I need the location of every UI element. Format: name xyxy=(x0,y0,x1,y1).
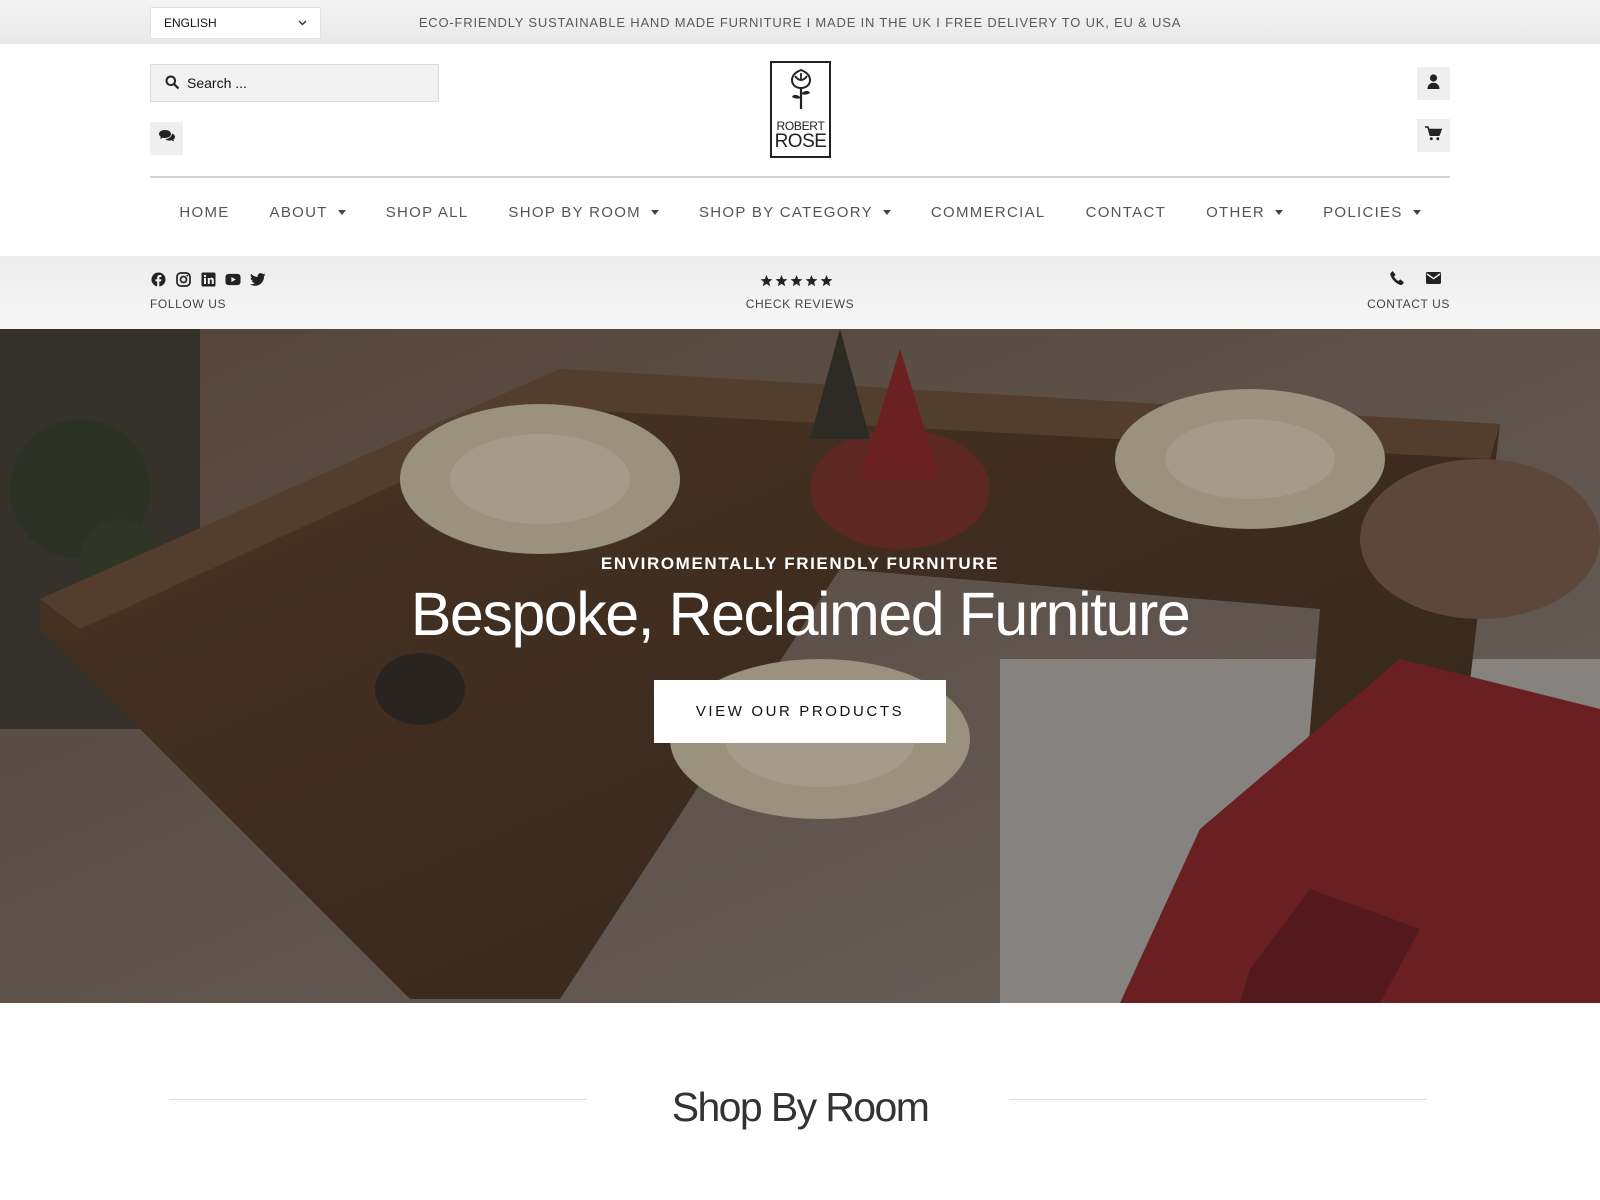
cart-button[interactable] xyxy=(1417,119,1450,152)
section-divider-right xyxy=(1010,1099,1427,1100)
section-divider-left xyxy=(170,1099,587,1100)
hero-overlay xyxy=(0,329,1600,1003)
caret-down-icon xyxy=(1412,209,1421,215)
nav-item-label: CONTACT xyxy=(1085,203,1167,221)
search-input[interactable]: Search ... xyxy=(150,64,439,102)
cart-icon xyxy=(1425,125,1443,146)
nav-item-label: OTHER xyxy=(1206,203,1266,221)
announcement-bar: ENGLISH ECO-FRIENDLY SUSTAINABLE HAND MA… xyxy=(0,0,1600,44)
nav-item-label: POLICIES xyxy=(1323,203,1403,221)
account-button[interactable] xyxy=(1417,67,1450,100)
nav-item-label: SHOP BY CATEGORY xyxy=(698,203,873,221)
nav-item-contact[interactable]: CONTACT xyxy=(1086,204,1166,221)
site-header: Search ... ROBERT ROSE HOME ABOUT SHOP A… xyxy=(0,44,1600,256)
nav-item-label: COMMERCIAL xyxy=(930,203,1046,221)
rose-logo xyxy=(785,63,817,116)
main-navigation: HOME ABOUT SHOP ALL SHOP BY ROOM SHOP BY… xyxy=(150,194,1450,230)
language-value: ENGLISH xyxy=(164,16,217,30)
chat-icon xyxy=(158,129,176,148)
section-title: Shop By Room xyxy=(671,1084,930,1130)
follow-us-label: FOLLOW US xyxy=(150,297,227,311)
nav-item-policies[interactable]: POLICIES xyxy=(1323,204,1421,221)
rating-stars[interactable] xyxy=(760,274,833,292)
twitter-icon[interactable] xyxy=(250,271,266,287)
nav-item-label: HOME xyxy=(179,203,230,221)
nav-item-about[interactable]: ABOUT xyxy=(270,204,346,221)
facebook-icon[interactable] xyxy=(150,271,166,287)
hero-banner: ENVIROMENTALLY FRIENDLY FURNITURE Bespok… xyxy=(0,329,1600,1003)
check-reviews-label[interactable]: CHECK REVIEWS xyxy=(700,297,900,311)
caret-down-icon xyxy=(882,209,891,215)
language-select[interactable]: ENGLISH xyxy=(150,7,321,39)
contact-us-label[interactable]: CONTACT US xyxy=(1300,297,1450,311)
search-placeholder: Search ... xyxy=(187,75,247,91)
star-icon xyxy=(820,274,833,292)
star-icon xyxy=(775,274,788,292)
nav-item-shop-by-category[interactable]: SHOP BY CATEGORY xyxy=(699,204,891,221)
social-links xyxy=(150,271,266,287)
chevron-down-icon xyxy=(298,18,307,28)
youtube-icon[interactable] xyxy=(225,271,241,287)
nav-item-label: ABOUT xyxy=(269,203,328,221)
envelope-icon[interactable] xyxy=(1426,271,1441,290)
nav-item-label: SHOP BY ROOM xyxy=(508,203,641,221)
star-icon xyxy=(760,274,773,292)
info-bar: FOLLOW US CHECK REVIEWS CONTACT US xyxy=(0,256,1600,329)
caret-down-icon xyxy=(1275,209,1284,215)
contact-icons xyxy=(1390,271,1441,290)
hero-title: Bespoke, Reclaimed Furniture xyxy=(410,580,1191,648)
view-products-button[interactable]: VIEW OUR PRODUCTS xyxy=(654,680,946,743)
header-divider xyxy=(150,176,1450,178)
logo-text-rose: ROSE xyxy=(774,131,827,152)
nav-item-label: SHOP ALL xyxy=(385,203,469,221)
linkedin-icon[interactable] xyxy=(200,271,216,287)
caret-down-icon xyxy=(337,209,346,215)
caret-down-icon xyxy=(650,209,659,215)
site-logo[interactable]: ROBERT ROSE xyxy=(770,61,831,158)
nav-item-home[interactable]: HOME xyxy=(179,204,229,221)
nav-item-shop-all[interactable]: SHOP ALL xyxy=(386,204,469,221)
phone-icon[interactable] xyxy=(1390,271,1404,290)
nav-item-other[interactable]: OTHER xyxy=(1206,203,1284,221)
instagram-icon[interactable] xyxy=(175,271,191,287)
search-icon xyxy=(165,75,187,92)
nav-item-shop-by-room[interactable]: SHOP BY ROOM xyxy=(508,204,659,221)
nav-item-commercial[interactable]: COMMERCIAL xyxy=(931,204,1046,221)
chat-button[interactable] xyxy=(150,122,183,155)
user-icon xyxy=(1427,73,1440,94)
star-icon xyxy=(790,274,803,292)
announcement-text: ECO-FRIENDLY SUSTAINABLE HAND MADE FURNI… xyxy=(418,15,1182,30)
hero-subtitle: ENVIROMENTALLY FRIENDLY FURNITURE xyxy=(600,554,1000,573)
star-icon xyxy=(805,274,818,292)
